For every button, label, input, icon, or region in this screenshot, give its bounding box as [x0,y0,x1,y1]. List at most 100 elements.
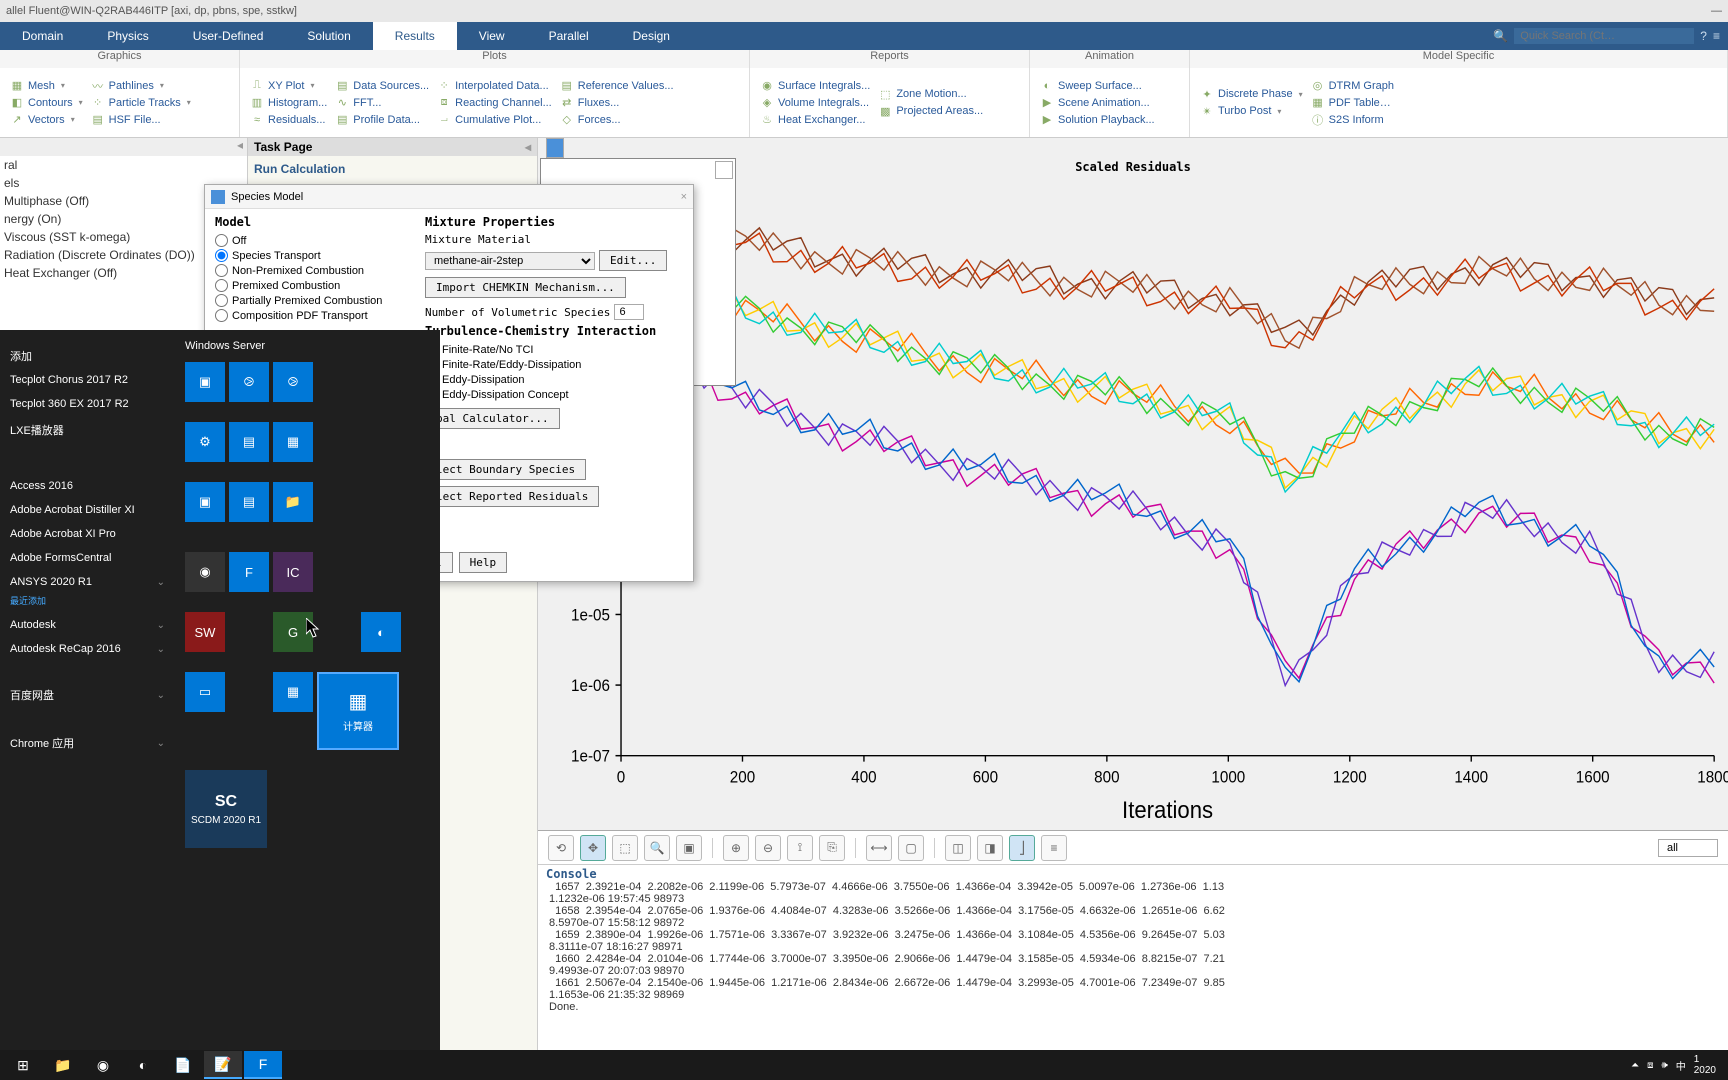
taskbar-app1[interactable]: ◐ [124,1051,162,1079]
tool-axes-icon[interactable]: ⎦ [1009,835,1035,861]
tile-workbench[interactable]: ▦ [273,672,313,712]
copy-icon[interactable] [715,161,733,179]
tool-rotate-icon[interactable]: ⟲ [548,835,574,861]
ribbon-vectors[interactable]: ↗Vectors▾ [6,112,87,128]
ribbon-volume-int[interactable]: ◈Volume Integrals... [756,95,874,111]
start-folder-autodesk[interactable]: Autodesk⌄ [0,613,175,637]
tool-annotate-icon[interactable]: ▢ [898,835,924,861]
tci-option[interactable]: Finite-Rate/No TCI [425,342,683,357]
ribbon-heat-ex[interactable]: ♨Heat Exchanger... [756,112,874,128]
tile-task-manager[interactable]: ▤ [229,422,269,462]
ribbon-interpolated[interactable]: ⁘Interpolated Data... [433,78,556,94]
ribbon-discrete-phase[interactable]: ✦Discrete Phase▾ [1196,86,1307,102]
ribbon-hsf[interactable]: ▤HSF File... [87,112,195,128]
edit-button[interactable]: Edit... [599,250,667,271]
model-option[interactable]: Species Transport [215,248,415,263]
ribbon-refvalues[interactable]: ▤Reference Values... [556,78,678,94]
model-option[interactable]: Off [215,233,415,248]
tool-ruler-icon[interactable]: ⟷ [866,835,892,861]
tool-fit-icon[interactable]: ▣ [676,835,702,861]
graphics-tab-active[interactable] [546,138,564,158]
tool-zoom-box-icon[interactable]: ⬚ [612,835,638,861]
start-app-tecplot-chorus[interactable]: Tecplot Chorus 2017 R2 [0,368,175,392]
ribbon-fft[interactable]: ∿FFT... [331,95,433,111]
ribbon-zone-motion[interactable]: ⬚Zone Motion... [874,86,987,102]
display-select[interactable] [1658,839,1718,857]
start-app-tecplot-360[interactable]: Tecplot 360 EX 2017 R2 [0,392,175,416]
tab-domain[interactable]: Domain [0,22,85,50]
tool-zoomin-icon[interactable]: ⊕ [723,835,749,861]
options-icon[interactable]: ≡ [1713,29,1720,43]
reported-residuals-button[interactable]: lect Reported Residuals [425,486,599,507]
ribbon-sweep[interactable]: ◐Sweep Surface... [1036,78,1159,94]
tile-cfx[interactable]: ◐ [361,612,401,652]
tile-explorer[interactable]: 📁 [273,482,313,522]
ribbon-contours[interactable]: ◧Contours▾ [6,95,87,111]
task-collapse-icon[interactable]: ◂ [525,140,531,154]
tree-item[interactable]: ral [0,156,247,174]
import-chemkin-button[interactable]: Import CHEMKIN Mechanism... [425,277,626,298]
taskbar-chrome[interactable]: ◉ [84,1051,122,1079]
close-icon[interactable]: × [681,191,687,203]
tab-view[interactable]: View [457,22,527,50]
start-button[interactable]: ⊞ [4,1051,42,1079]
tab-results[interactable]: Results [373,22,457,50]
numspec-field[interactable] [614,304,644,320]
tool-zoomout-icon[interactable]: ⊖ [755,835,781,861]
ribbon-cumulative[interactable]: ⏗Cumulative Plot... [433,112,556,128]
tool-persp-icon[interactable]: ◨ [977,835,1003,861]
minimize-icon[interactable]: — [1711,5,1722,17]
tab-user-defined[interactable]: User-Defined [171,22,286,50]
tool-cube-icon[interactable]: ◫ [945,835,971,861]
ribbon-reacting[interactable]: ⧈Reacting Channel... [433,95,556,111]
tool-legend-icon[interactable]: ≡ [1041,835,1067,861]
tile-control-panel[interactable]: ▦ [273,422,313,462]
tci-option[interactable]: Finite-Rate/Eddy-Dissipation [425,357,683,372]
tci-option[interactable]: Eddy-Dissipation [425,372,683,387]
model-option[interactable]: Premixed Combustion [215,278,415,293]
taskbar-pdf[interactable]: 📄 [164,1051,202,1079]
start-app-distiller[interactable]: Adobe Acrobat Distiller XI [0,498,175,522]
tile-solidworks[interactable]: SW [185,612,225,652]
help-icon[interactable]: ? [1700,29,1707,43]
ribbon-pathlines[interactable]: 〰Pathlines▾ [87,78,195,94]
ribbon-pdf-table[interactable]: ▦PDF Table… [1307,95,1398,111]
ribbon-datasources[interactable]: ▤Data Sources... [331,78,433,94]
start-folder-baidu[interactable]: 百度网盘⌄ [0,681,175,709]
ribbon-scene[interactable]: ▶Scene Animation... [1036,95,1159,111]
model-option[interactable]: Non-Premixed Combustion [215,263,415,278]
start-app-lxe[interactable]: LXE播放器 [0,416,175,444]
start-folder-recap[interactable]: Autodesk ReCap 2016⌄ [0,637,175,661]
model-option[interactable]: Partially Premixed Combustion [215,293,415,308]
tile-fluent[interactable]: F [229,552,269,592]
ribbon-profiledata[interactable]: ▤Profile Data... [331,112,433,128]
tile-powershell-ise[interactable]: ⧁ [273,362,313,402]
ribbon-residuals[interactable]: ≈Residuals... [246,112,331,128]
tile-scdm[interactable]: SC SCDM 2020 R1 [185,770,267,848]
help-button[interactable]: Help [459,552,508,573]
tile-server-manager[interactable]: ▣ [185,362,225,402]
ribbon-mesh[interactable]: ▦Mesh▾ [6,78,87,94]
tile-powershell[interactable]: ⧁ [229,362,269,402]
boundary-species-button[interactable]: lect Boundary Species [425,459,586,480]
mixture-material-select[interactable]: methane-air-2step [425,252,595,270]
ribbon-forces[interactable]: ◇Forces... [556,112,678,128]
taskbar-explorer[interactable]: 📁 [44,1051,82,1079]
tile-icepak[interactable]: IC [273,552,313,592]
tab-parallel[interactable]: Parallel [527,22,611,50]
start-folder-ansys[interactable]: ANSYS 2020 R1⌄ [0,570,175,594]
tile-rdp[interactable]: ▣ [185,482,225,522]
start-app-access[interactable]: Access 2016 [0,474,175,498]
ribbon-playback[interactable]: ▶Solution Playback... [1036,112,1159,128]
tile-gambit[interactable]: G [273,612,313,652]
dialog-titlebar[interactable]: Species Model × [205,185,693,209]
tile-calculator[interactable]: ▦ 计算器 [317,672,399,750]
tile-admin-tools[interactable]: ⚙ [185,422,225,462]
tile-desktop[interactable]: ▭ [185,672,225,712]
ribbon-s2s[interactable]: ⓘS2S Inform [1307,112,1398,128]
calculator-button[interactable]: bal Calculator... [425,408,560,429]
tray-up-icon[interactable]: ⏶ [1631,1060,1639,1071]
tree-collapse-bar[interactable]: ◂ [0,138,247,156]
tool-copy-icon[interactable]: ⎘ [819,835,845,861]
tool-probe-icon[interactable]: ⟟ [787,835,813,861]
